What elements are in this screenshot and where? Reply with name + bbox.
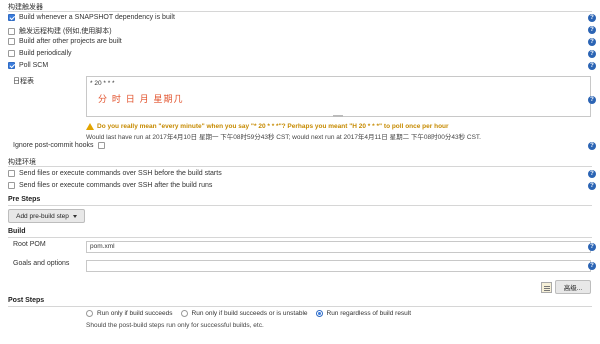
section-divider <box>8 11 592 12</box>
cron-warning-text: Do you really mean "every minute" when y… <box>97 123 449 130</box>
resize-grip[interactable] <box>333 115 343 117</box>
help-icon[interactable]: ? <box>588 262 596 270</box>
radio-regardless[interactable] <box>315 310 323 317</box>
help-icon[interactable]: ? <box>588 170 596 178</box>
schedule-value: * 20 * * * <box>90 80 115 87</box>
help-icon[interactable]: ? <box>588 50 596 58</box>
schedule-run-info: Would last have run at 2017年4月10日 星期一 下午… <box>86 134 481 141</box>
section-divider <box>8 306 592 307</box>
section-divider <box>8 237 592 238</box>
trigger-after-projects-label: Build after other projects are built <box>19 38 122 45</box>
notepad-icon[interactable] <box>541 282 552 293</box>
trigger-remote-label: 触发远程构建 (例如,使用脚本) <box>19 28 112 35</box>
help-icon[interactable]: ? <box>588 182 596 190</box>
build-title: Build <box>8 228 26 235</box>
trigger-snapshot-label: Build whenever a SNAPSHOT dependency is … <box>19 14 175 21</box>
goals-label: Goals and options <box>13 260 70 267</box>
help-icon[interactable]: ? <box>588 38 596 46</box>
trigger-periodic-checkbox[interactable] <box>8 50 15 57</box>
schedule-label: 日程表 <box>13 78 34 85</box>
add-pre-build-step-button[interactable]: Add pre-build step <box>8 209 85 223</box>
trigger-snapshot-option[interactable]: Build whenever a SNAPSHOT dependency is … <box>8 14 175 21</box>
section-divider <box>8 205 592 206</box>
trigger-snapshot-checkbox[interactable] <box>8 14 15 21</box>
section-divider <box>8 166 592 167</box>
trigger-after-projects-option[interactable]: Build after other projects are built <box>8 38 122 45</box>
root-pom-label: Root POM <box>13 241 46 248</box>
trigger-remote-option[interactable]: 触发远程构建 (例如,使用脚本) <box>8 26 112 36</box>
goals-input[interactable] <box>86 260 591 272</box>
ssh-before-label: Send files or execute commands over SSH … <box>19 170 222 177</box>
ssh-before-checkbox[interactable] <box>8 170 15 177</box>
help-icon[interactable]: ? <box>588 96 596 104</box>
schedule-textarea[interactable]: * 20 * * * 分 时 日 月 星期几 <box>86 76 591 117</box>
warning-icon <box>86 123 94 130</box>
help-icon[interactable]: ? <box>588 243 596 251</box>
schedule-annotation: 分 时 日 月 星期几 <box>98 95 184 105</box>
trigger-poll-scm-checkbox[interactable] <box>8 62 15 69</box>
advanced-button[interactable]: 高级... <box>555 280 591 294</box>
help-icon[interactable]: ? <box>588 142 596 150</box>
ssh-after-label: Send files or execute commands over SSH … <box>19 182 213 189</box>
radio-regardless-label: Run regardless of build result <box>326 310 412 317</box>
chevron-down-icon <box>72 214 77 218</box>
help-icon[interactable]: ? <box>588 62 596 70</box>
ssh-after-checkbox[interactable] <box>8 182 15 189</box>
post-steps-note: Should the post-build steps run only for… <box>86 322 264 329</box>
post-steps-title: Post Steps <box>8 297 45 304</box>
root-pom-input[interactable]: pom.xml <box>86 241 591 253</box>
pre-steps-title: Pre Steps <box>8 196 41 203</box>
add-pre-build-step-label: Add pre-build step <box>16 212 69 220</box>
radio-success-or-unstable[interactable] <box>180 310 188 317</box>
ignore-hooks-option[interactable]: Ignore post-commit hooks <box>13 142 105 149</box>
ssh-after-option[interactable]: Send files or execute commands over SSH … <box>8 182 212 189</box>
ignore-hooks-checkbox[interactable] <box>97 142 105 149</box>
trigger-poll-scm-label: Poll SCM <box>19 62 49 69</box>
radio-success-or-unstable-label: Run only if build succeeds or is unstabl… <box>191 310 308 317</box>
trigger-periodic-label: Build periodically <box>19 50 72 57</box>
help-icon[interactable]: ? <box>588 26 596 34</box>
trigger-after-projects-checkbox[interactable] <box>8 38 15 45</box>
ignore-hooks-label: Ignore post-commit hooks <box>13 142 94 149</box>
post-steps-radio-group: Run only if build succeeds Run only if b… <box>86 310 411 317</box>
ssh-before-option[interactable]: Send files or execute commands over SSH … <box>8 170 222 177</box>
help-icon[interactable]: ? <box>588 14 596 22</box>
radio-success-only-label: Run only if build succeeds <box>97 310 173 317</box>
trigger-poll-scm-option[interactable]: Poll SCM <box>8 62 48 69</box>
cron-warning: Do you really mean "every minute" when y… <box>86 123 449 130</box>
trigger-periodic-option[interactable]: Build periodically <box>8 50 72 57</box>
radio-success-only[interactable] <box>86 310 93 317</box>
trigger-remote-checkbox[interactable] <box>8 27 15 35</box>
